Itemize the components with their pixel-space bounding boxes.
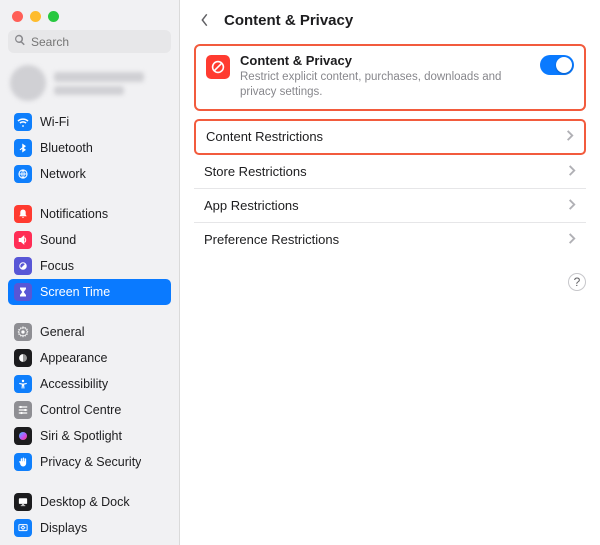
content-privacy-icon xyxy=(206,55,230,79)
maximize-window-button[interactable] xyxy=(48,11,59,22)
sound-icon xyxy=(14,231,32,249)
search-container xyxy=(0,30,179,61)
help-button[interactable]: ? xyxy=(568,273,586,291)
header: Content & Privacy xyxy=(180,0,600,36)
sidebar-item-label: Desktop & Dock xyxy=(40,495,130,509)
wifi-icon xyxy=(14,113,32,131)
profile-section[interactable] xyxy=(0,61,179,109)
sidebar-item-label: Network xyxy=(40,167,86,181)
sliders-icon xyxy=(14,401,32,419)
siri-icon xyxy=(14,427,32,445)
back-button[interactable] xyxy=(194,10,214,30)
row-label: Store Restrictions xyxy=(204,164,569,179)
sidebar-item-notifications[interactable]: Notifications xyxy=(8,201,171,227)
bell-icon xyxy=(14,205,32,223)
desktop-icon xyxy=(14,493,32,511)
main-pane: Content & Privacy Content & Privacy Rest… xyxy=(180,0,600,545)
sidebar-item-wi-fi[interactable]: Wi-Fi xyxy=(8,109,171,135)
content-privacy-toggle[interactable] xyxy=(540,55,574,75)
page-title: Content & Privacy xyxy=(224,12,353,29)
hourglass-icon xyxy=(14,283,32,301)
chevron-right-icon xyxy=(567,129,574,144)
focus-icon xyxy=(14,257,32,275)
sidebar-item-accessibility[interactable]: Accessibility xyxy=(8,371,171,397)
sidebar-item-label: Displays xyxy=(40,521,87,535)
chevron-right-icon xyxy=(569,232,576,247)
gear-icon xyxy=(14,323,32,341)
profile-name-redacted xyxy=(54,72,144,95)
sidebar-item-focus[interactable]: Focus xyxy=(8,253,171,279)
sidebar-item-label: Notifications xyxy=(40,207,108,221)
sidebar-item-network[interactable]: Network xyxy=(8,161,171,187)
sidebar-item-bluetooth[interactable]: Bluetooth xyxy=(8,135,171,161)
sidebar-item-control-centre[interactable]: Control Centre xyxy=(8,397,171,423)
accessibility-icon xyxy=(14,375,32,393)
sidebar-item-siri-spotlight[interactable]: Siri & Spotlight xyxy=(8,423,171,449)
sidebar-item-wallpaper[interactable]: Wallpaper xyxy=(8,541,171,545)
hero-description: Restrict explicit content, purchases, do… xyxy=(240,70,530,100)
sidebar-item-sound[interactable]: Sound xyxy=(8,227,171,253)
search-input[interactable] xyxy=(31,35,165,49)
avatar xyxy=(10,65,46,101)
displays-icon xyxy=(14,519,32,537)
sidebar-item-label: Accessibility xyxy=(40,377,108,391)
close-window-button[interactable] xyxy=(12,11,23,22)
sidebar-item-label: Screen Time xyxy=(40,285,110,299)
sidebar-item-general[interactable]: General xyxy=(8,319,171,345)
sidebar-item-label: Bluetooth xyxy=(40,141,93,155)
row-preference-restrictions[interactable]: Preference Restrictions xyxy=(194,223,586,257)
row-label: Preference Restrictions xyxy=(204,232,569,247)
hero-text: Content & Privacy Restrict explicit cont… xyxy=(240,53,530,100)
content-privacy-hero: Content & Privacy Restrict explicit cont… xyxy=(194,44,586,111)
sidebar-item-label: Wi-Fi xyxy=(40,115,69,129)
row-store-restrictions[interactable]: Store Restrictions xyxy=(194,155,586,189)
row-label: App Restrictions xyxy=(204,198,569,213)
search-field[interactable] xyxy=(8,30,171,53)
minimize-window-button[interactable] xyxy=(30,11,41,22)
sidebar-item-label: Appearance xyxy=(40,351,107,365)
sidebar-item-label: Privacy & Security xyxy=(40,455,141,469)
appearance-icon xyxy=(14,349,32,367)
sidebar-item-label: Siri & Spotlight xyxy=(40,429,122,443)
row-label: Content Restrictions xyxy=(206,129,567,144)
content-area: Content & Privacy Restrict explicit cont… xyxy=(180,36,600,265)
restrictions-list: Content Restrictions Store Restrictions Ap… xyxy=(194,119,586,257)
row-content-restrictions[interactable]: Content Restrictions xyxy=(194,119,586,155)
chevron-right-icon xyxy=(569,164,576,179)
sidebar-item-label: Sound xyxy=(40,233,76,247)
sidebar-item-label: Focus xyxy=(40,259,74,273)
chevron-right-icon xyxy=(569,198,576,213)
sidebar-item-privacy-security[interactable]: Privacy & Security xyxy=(8,449,171,475)
hand-icon xyxy=(14,453,32,471)
help-container: ? xyxy=(180,265,600,291)
sidebar-item-label: General xyxy=(40,325,84,339)
sidebar-item-desktop-dock[interactable]: Desktop & Dock xyxy=(8,489,171,515)
sidebar-item-screen-time[interactable]: Screen Time xyxy=(8,279,171,305)
sidebar-item-appearance[interactable]: Appearance xyxy=(8,345,171,371)
hero-title: Content & Privacy xyxy=(240,53,530,68)
sidebar-list: Wi-Fi Bluetooth Network Notifications Sound F… xyxy=(0,109,179,545)
search-icon xyxy=(14,34,31,49)
sidebar-item-label: Control Centre xyxy=(40,403,121,417)
window-controls xyxy=(0,0,179,30)
sidebar: Wi-Fi Bluetooth Network Notifications Sound F… xyxy=(0,0,180,545)
bluetooth-icon xyxy=(14,139,32,157)
network-icon xyxy=(14,165,32,183)
row-app-restrictions[interactable]: App Restrictions xyxy=(194,189,586,223)
sidebar-item-displays[interactable]: Displays xyxy=(8,515,171,541)
